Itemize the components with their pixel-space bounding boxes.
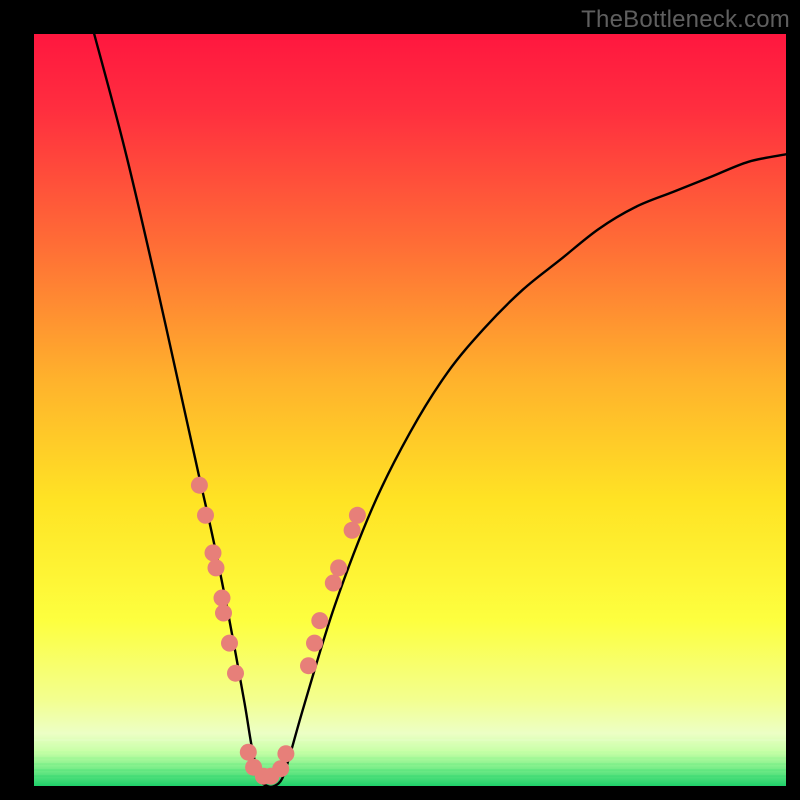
- marker-dot: [344, 522, 361, 539]
- marker-dot: [221, 635, 238, 652]
- marker-dot: [214, 590, 231, 607]
- marker-dot: [208, 559, 225, 576]
- outer-frame: TheBottleneck.com: [0, 0, 800, 800]
- marker-dot: [205, 544, 222, 561]
- marker-dot: [191, 477, 208, 494]
- gradient-background: [34, 34, 786, 786]
- marker-dot: [215, 605, 232, 622]
- marker-dot: [325, 575, 342, 592]
- watermark-text: TheBottleneck.com: [581, 6, 790, 34]
- plot-area: [34, 34, 786, 786]
- marker-dot: [227, 665, 244, 682]
- marker-dot: [306, 635, 323, 652]
- marker-dot: [300, 657, 317, 674]
- marker-dot: [197, 507, 214, 524]
- chart-svg: [34, 34, 786, 786]
- marker-dot: [330, 559, 347, 576]
- marker-dot: [272, 760, 289, 777]
- marker-dot: [277, 745, 294, 762]
- marker-dot: [311, 612, 328, 629]
- marker-dot: [349, 507, 366, 524]
- marker-dot: [240, 744, 257, 761]
